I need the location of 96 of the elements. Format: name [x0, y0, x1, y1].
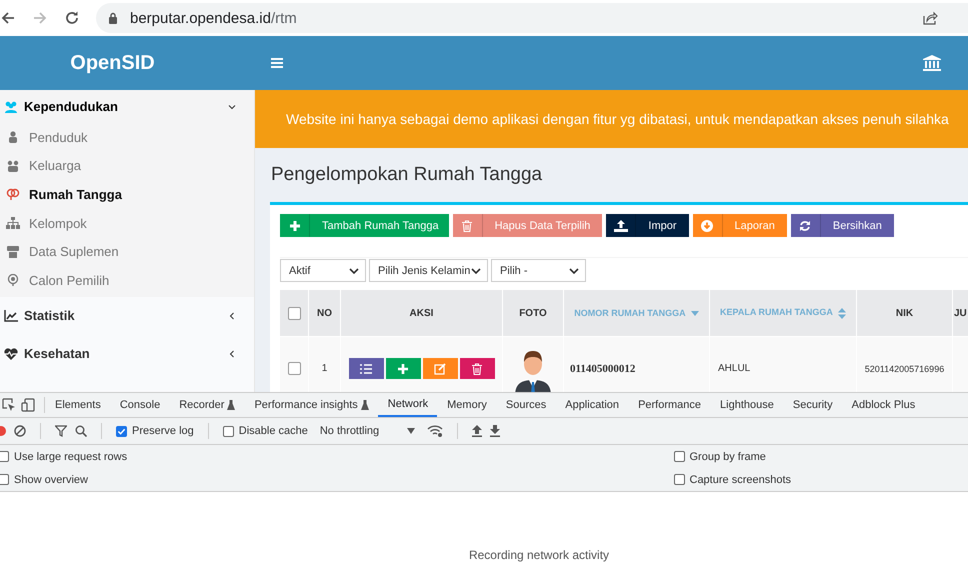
menu-item-icon: [6, 217, 20, 230]
caret-icon: [407, 428, 416, 434]
upload-icon[interactable]: [472, 425, 482, 437]
device-toolbar-icon[interactable]: [21, 398, 35, 412]
devtools-tab[interactable]: Adblock Plus: [842, 393, 924, 417]
table-cell: 1: [309, 337, 340, 392]
share-icon[interactable]: [922, 10, 938, 26]
disable-cache-checkbox[interactable]: Disable cache: [222, 425, 308, 437]
search-icon[interactable]: [75, 425, 87, 437]
sidebar-item[interactable]: Data Suplemen: [0, 237, 254, 266]
users-icon: [4, 100, 18, 112]
column-header: FOTO: [503, 290, 563, 336]
trash-icon: [461, 220, 474, 232]
chevron-icon: [228, 350, 236, 358]
column-header: JU: [953, 290, 968, 336]
address-bar[interactable]: berputar.opendesa.id/rtm: [96, 3, 968, 33]
menu-item-icon: [6, 246, 20, 258]
toolbar-button[interactable]: Impor: [606, 214, 689, 237]
download-icon[interactable]: [490, 425, 500, 437]
settings-checkbox[interactable]: Group by frame: [674, 450, 791, 462]
sidebar-item[interactable]: Rumah Tangga: [0, 180, 254, 209]
settings-checkbox[interactable]: Use large request rows: [0, 450, 128, 462]
back-icon[interactable]: [0, 10, 16, 26]
filter-select[interactable]: Aktif: [280, 259, 366, 282]
column-header: AKSI: [341, 290, 502, 336]
devtools-tab[interactable]: Performance insights: [244, 393, 378, 417]
sidebar-item[interactable]: Penduduk: [0, 123, 254, 152]
chevron-down-icon: [349, 268, 359, 274]
devtools-tab[interactable]: Console: [110, 393, 170, 417]
column-header: NO: [309, 290, 340, 336]
network-conditions-icon[interactable]: [427, 425, 444, 437]
devtools-tab[interactable]: Lighthouse: [710, 393, 783, 417]
table-cell: AHLUL: [710, 337, 856, 392]
devtools-tab[interactable]: Sources: [496, 393, 556, 417]
menu-item-icon: [6, 188, 20, 200]
devtools-tab[interactable]: Recorder: [169, 393, 244, 417]
flask-icon: [227, 400, 236, 410]
action-button[interactable]: [348, 358, 384, 379]
reload-icon[interactable]: [64, 10, 80, 26]
action-button[interactable]: [460, 358, 494, 379]
flask-icon: [360, 400, 369, 410]
devtools-tab[interactable]: Application: [555, 393, 628, 417]
menu-icon[interactable]: [271, 58, 283, 68]
devtools-tab[interactable]: Memory: [437, 393, 496, 417]
sidebar-section[interactable]: Statistik: [0, 296, 254, 335]
upload-icon: [614, 220, 628, 232]
list-icon: [360, 364, 372, 374]
sidebar-item[interactable]: Keluarga: [0, 152, 254, 180]
edit-icon: [434, 362, 446, 374]
menu-item-icon: [6, 131, 20, 144]
settings-checkbox[interactable]: Show overview: [0, 474, 128, 486]
table-cell: 5201142005716996: [857, 337, 952, 392]
checkmark-icon: [117, 426, 126, 436]
chevron-icon: [228, 102, 236, 110]
lock-icon: [108, 12, 118, 24]
menu-item-icon: [6, 160, 20, 172]
sort-icon: [838, 308, 846, 319]
brand-logo[interactable]: OpenSID: [0, 52, 255, 74]
sidebar-item[interactable]: Kelompok: [0, 208, 254, 238]
trash-icon: [472, 362, 482, 374]
empty-state-message: Recording network activity: [468, 548, 610, 562]
bank-icon[interactable]: [923, 55, 941, 71]
refresh-icon: [799, 220, 812, 232]
chevron-down-icon: [569, 268, 579, 274]
select-all-checkbox[interactable]: [288, 306, 300, 320]
inspect-icon[interactable]: [2, 398, 16, 412]
page-title: Pengelompokan Rumah Tangga: [270, 163, 544, 187]
url-text: berputar.opendesa.id/rtm: [130, 10, 297, 26]
clear-icon[interactable]: [14, 425, 26, 437]
chevron-icon: [228, 312, 236, 320]
plus-icon: [398, 364, 408, 374]
plus-icon: [288, 220, 300, 232]
filter-select[interactable]: Pilih Jenis Kelamin: [369, 259, 488, 282]
row-checkbox[interactable]: [288, 362, 300, 375]
filter-icon[interactable]: [55, 425, 67, 437]
menu-item-icon: [6, 274, 20, 286]
heartbeat-icon: [4, 348, 18, 360]
download-icon: [701, 220, 714, 232]
sidebar-section[interactable]: Kesehatan: [0, 334, 254, 373]
toolbar-button[interactable]: Bersihkan: [790, 214, 894, 237]
filter-select[interactable]: Pilih -: [491, 259, 586, 282]
devtools-tab[interactable]: Elements: [51, 393, 110, 417]
column-header: NIK: [857, 290, 952, 336]
table-cell: 011405000012: [564, 337, 709, 392]
sidebar-section[interactable]: Kependudukan: [0, 90, 254, 123]
chevron-down-icon: [471, 268, 481, 274]
demo-notice: Website ini hanya sebagai demo aplikasi dengan fitur yg dibatasi, untuk mendapatkan akses penuh silahka: [255, 90, 968, 148]
sidebar-item[interactable]: Calon Pemilih: [0, 266, 254, 295]
devtools-tab[interactable]: Security: [782, 393, 842, 417]
devtools-tab[interactable]: Performance: [628, 393, 710, 417]
line-chart-icon: [4, 310, 18, 322]
throttling-dropdown[interactable]: No throttling: [320, 425, 416, 437]
preserve-log-checkbox[interactable]: Preserve log: [116, 425, 194, 437]
sort-descending-icon: [690, 311, 699, 316]
settings-checkbox[interactable]: Capture screenshots: [674, 474, 791, 486]
action-button[interactable]: [386, 358, 420, 379]
